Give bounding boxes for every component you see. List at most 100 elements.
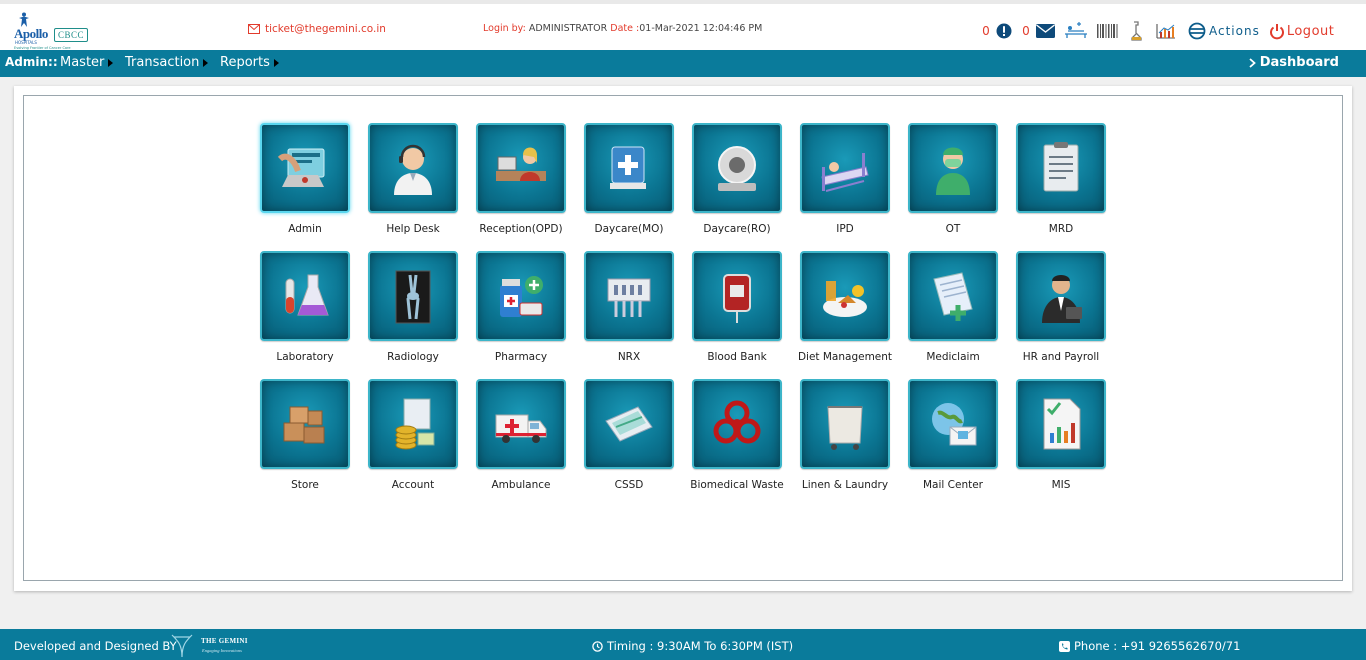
- module-store[interactable]: Store: [251, 379, 359, 491]
- businessman-icon: [1016, 251, 1106, 341]
- power-icon: [1269, 23, 1284, 39]
- food-plate-icon: [800, 251, 890, 341]
- caret-right-icon: [108, 58, 114, 67]
- mail-globe-icon: [908, 379, 998, 469]
- module-label: Blood Bank: [707, 351, 767, 363]
- date-value: 01-Mar-2021 12:04:46 PM: [639, 23, 763, 34]
- admin-label: Admin::: [5, 55, 58, 69]
- daycare-mo-icon: [584, 123, 674, 213]
- module-label: Ambulance: [491, 479, 551, 491]
- module-admin[interactable]: Admin: [251, 123, 359, 235]
- gemini-figure-icon: [171, 634, 193, 658]
- apollo-cbcc-logo[interactable]: Apollo HOSPITALS CBCC Evolving Frontier …: [12, 12, 90, 50]
- module-label: Daycare(MO): [594, 223, 664, 235]
- report-icon: [1016, 379, 1106, 469]
- logout-button[interactable]: Logout: [1269, 20, 1335, 42]
- flask-icon: [260, 251, 350, 341]
- medicine-bottle-icon: [476, 251, 566, 341]
- phone-text: Phone : +91 9265562670/71: [1074, 639, 1241, 653]
- module-radiology[interactable]: Radiology: [359, 251, 467, 363]
- envelope-outline-icon: [248, 24, 260, 34]
- phone-info: Phone : +91 9265562670/71: [1059, 639, 1240, 653]
- module-grid: Admin Help Desk Reception(OPD) Daycare(M…: [23, 95, 1343, 581]
- menu-master-label: Master: [60, 55, 105, 70]
- chart-icon[interactable]: [1156, 20, 1176, 42]
- dashboard-link[interactable]: Dashboard: [1249, 55, 1339, 70]
- module-label: Pharmacy: [494, 351, 548, 363]
- module-blood-bank[interactable]: Blood Bank: [683, 251, 791, 363]
- logout-label: Logout: [1286, 23, 1335, 39]
- timing-text: Timing : 9:30AM To 6:30PM (IST): [607, 639, 794, 653]
- module-label: NRX: [617, 351, 641, 363]
- clipboard-icon: [1016, 123, 1106, 213]
- module-help-desk[interactable]: Help Desk: [359, 123, 467, 235]
- laundry-cart-icon: [800, 379, 890, 469]
- module-label: Daycare(RO): [703, 223, 771, 235]
- actions-icon: [1188, 22, 1206, 40]
- surgeon-icon: [908, 123, 998, 213]
- dashboard-panel: Admin Help Desk Reception(OPD) Daycare(M…: [14, 86, 1352, 591]
- module-pharmacy[interactable]: Pharmacy: [467, 251, 575, 363]
- mail-icon[interactable]: [1036, 20, 1055, 42]
- coins-icon: [368, 379, 458, 469]
- mail-count: 0: [1022, 24, 1030, 38]
- module-daycare-mo[interactable]: Daycare(MO): [575, 123, 683, 235]
- module-label: Biomedical Waste: [690, 479, 784, 491]
- login-label: Login by:: [483, 23, 526, 34]
- alert-count: 0: [982, 24, 990, 38]
- module-diet-management[interactable]: Diet Management: [791, 251, 899, 363]
- module-daycare-ro[interactable]: Daycare(RO): [683, 123, 791, 235]
- ipd-bed-icon: [800, 123, 890, 213]
- lab-tool-icon[interactable]: [1130, 20, 1144, 42]
- main-navbar: Admin:: Master Transaction Reports Dashb…: [0, 50, 1366, 77]
- ticket-email-link[interactable]: ticket@thegemini.co.in: [248, 23, 386, 35]
- module-biomedical-waste[interactable]: Biomedical Waste: [683, 379, 791, 491]
- module-nrx[interactable]: NRX: [575, 251, 683, 363]
- reception-icon: [476, 123, 566, 213]
- module-cssd[interactable]: CSSD: [575, 379, 683, 491]
- module-label: Reception(OPD): [479, 223, 563, 235]
- module-account[interactable]: Account: [359, 379, 467, 491]
- caret-right-icon: [273, 58, 279, 67]
- module-label: MRD: [1048, 223, 1074, 235]
- xray-icon: [368, 251, 458, 341]
- menu-reports[interactable]: Reports: [220, 55, 279, 70]
- ticket-email: ticket@thegemini.co.in: [265, 23, 386, 35]
- module-label: CSSD: [614, 479, 644, 491]
- admin-icon: [260, 123, 350, 213]
- module-label: Mediclaim: [926, 351, 980, 363]
- sterile-pack-icon: [584, 379, 674, 469]
- claim-form-icon: [908, 251, 998, 341]
- module-mrd[interactable]: MRD: [1007, 123, 1115, 235]
- module-ot[interactable]: OT: [899, 123, 1007, 235]
- actions-menu[interactable]: Actions: [1187, 20, 1260, 42]
- boxes-icon: [260, 379, 350, 469]
- module-hr-payroll[interactable]: HR and Payroll: [1007, 251, 1115, 363]
- module-laboratory[interactable]: Laboratory: [251, 251, 359, 363]
- barcode-icon[interactable]: [1097, 20, 1119, 42]
- bed-transfer-icon[interactable]: [1064, 20, 1088, 42]
- menu-master[interactable]: Master: [60, 55, 114, 70]
- module-label: Laboratory: [276, 351, 334, 363]
- actions-label: Actions: [1209, 24, 1260, 38]
- module-ambulance[interactable]: Ambulance: [467, 379, 575, 491]
- module-mediclaim[interactable]: Mediclaim: [899, 251, 1007, 363]
- module-mis[interactable]: MIS: [1007, 379, 1115, 491]
- phone-icon: [1059, 640, 1070, 652]
- gemini-logo[interactable]: THE GEMINI Engaging Innovations: [168, 631, 258, 659]
- developed-by-label: Developed and Designed BY: [14, 639, 177, 653]
- module-linen-laundry[interactable]: Linen & Laundry: [791, 379, 899, 491]
- module-label: Radiology: [387, 351, 439, 363]
- chevron-right-icon: [1249, 57, 1256, 68]
- module-reception[interactable]: Reception(OPD): [467, 123, 575, 235]
- ambulance-icon: [476, 379, 566, 469]
- help-desk-icon: [368, 123, 458, 213]
- header-toolbar: 0 0 Actions Logout: [976, 18, 1334, 44]
- logo-unit: CBCC: [54, 28, 89, 42]
- module-label: Store: [291, 479, 319, 491]
- module-mail-center[interactable]: Mail Center: [899, 379, 1007, 491]
- menu-transaction[interactable]: Transaction: [125, 55, 209, 70]
- menu-transaction-label: Transaction: [125, 55, 200, 70]
- module-ipd[interactable]: IPD: [791, 123, 899, 235]
- alert-icon[interactable]: [996, 20, 1012, 42]
